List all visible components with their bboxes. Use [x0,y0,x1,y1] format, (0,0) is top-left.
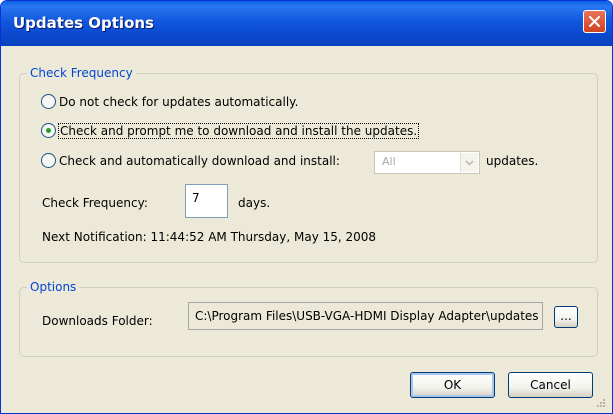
options-legend: Options [27,280,80,294]
close-button[interactable] [583,10,606,33]
updates-options-dialog: Updates Options Check Frequency Do not c… [0,0,613,414]
radio-check-and-prompt[interactable]: Check and prompt me to download and inst… [41,122,420,139]
radio-do-not-check[interactable]: Do not check for updates automatically. [41,94,298,109]
title-bar[interactable]: Updates Options [1,1,612,46]
radio-auto-download[interactable]: Check and automatically download and ins… [41,153,340,168]
resize-grip-icon[interactable] [594,396,606,408]
updates-filter-dropdown[interactable]: All [374,151,480,174]
dialog-title: Updates Options [13,14,154,32]
ok-button[interactable]: OK [410,372,495,398]
radio-label-check-and-prompt: Check and prompt me to download and inst… [57,122,420,139]
radio-button-icon[interactable] [41,94,56,109]
radio-button-selected-icon[interactable] [41,123,56,138]
downloads-folder-label: Downloads Folder: [42,314,153,328]
radio-label-do-not-check: Do not check for updates automatically. [59,94,299,109]
check-frequency-legend: Check Frequency [27,66,136,80]
frequency-unit: days. [238,196,271,210]
updates-filter-value: All [382,155,396,168]
cancel-button[interactable]: Cancel [508,372,593,398]
close-x-icon [589,16,600,27]
updates-suffix: updates. [486,154,539,168]
radio-label-auto-download: Check and automatically download and ins… [59,153,340,168]
dialog-body: Check Frequency Do not check for updates… [5,46,608,410]
downloads-folder-input[interactable]: C:\Program Files\USB-VGA-HDMI Display Ad… [188,302,543,330]
next-notification-text: Next Notification: 11:44:52 AM Thursday,… [42,230,377,244]
options-group: Options Downloads Folder: C:\Program Fil… [19,280,598,357]
frequency-input[interactable]: 7 [185,184,228,218]
frequency-label: Check Frequency: [42,196,148,210]
check-frequency-group: Check Frequency Do not check for updates… [19,66,598,263]
chevron-down-icon[interactable] [460,153,478,172]
radio-button-icon[interactable] [41,153,56,168]
browse-button[interactable]: ... [554,306,578,328]
